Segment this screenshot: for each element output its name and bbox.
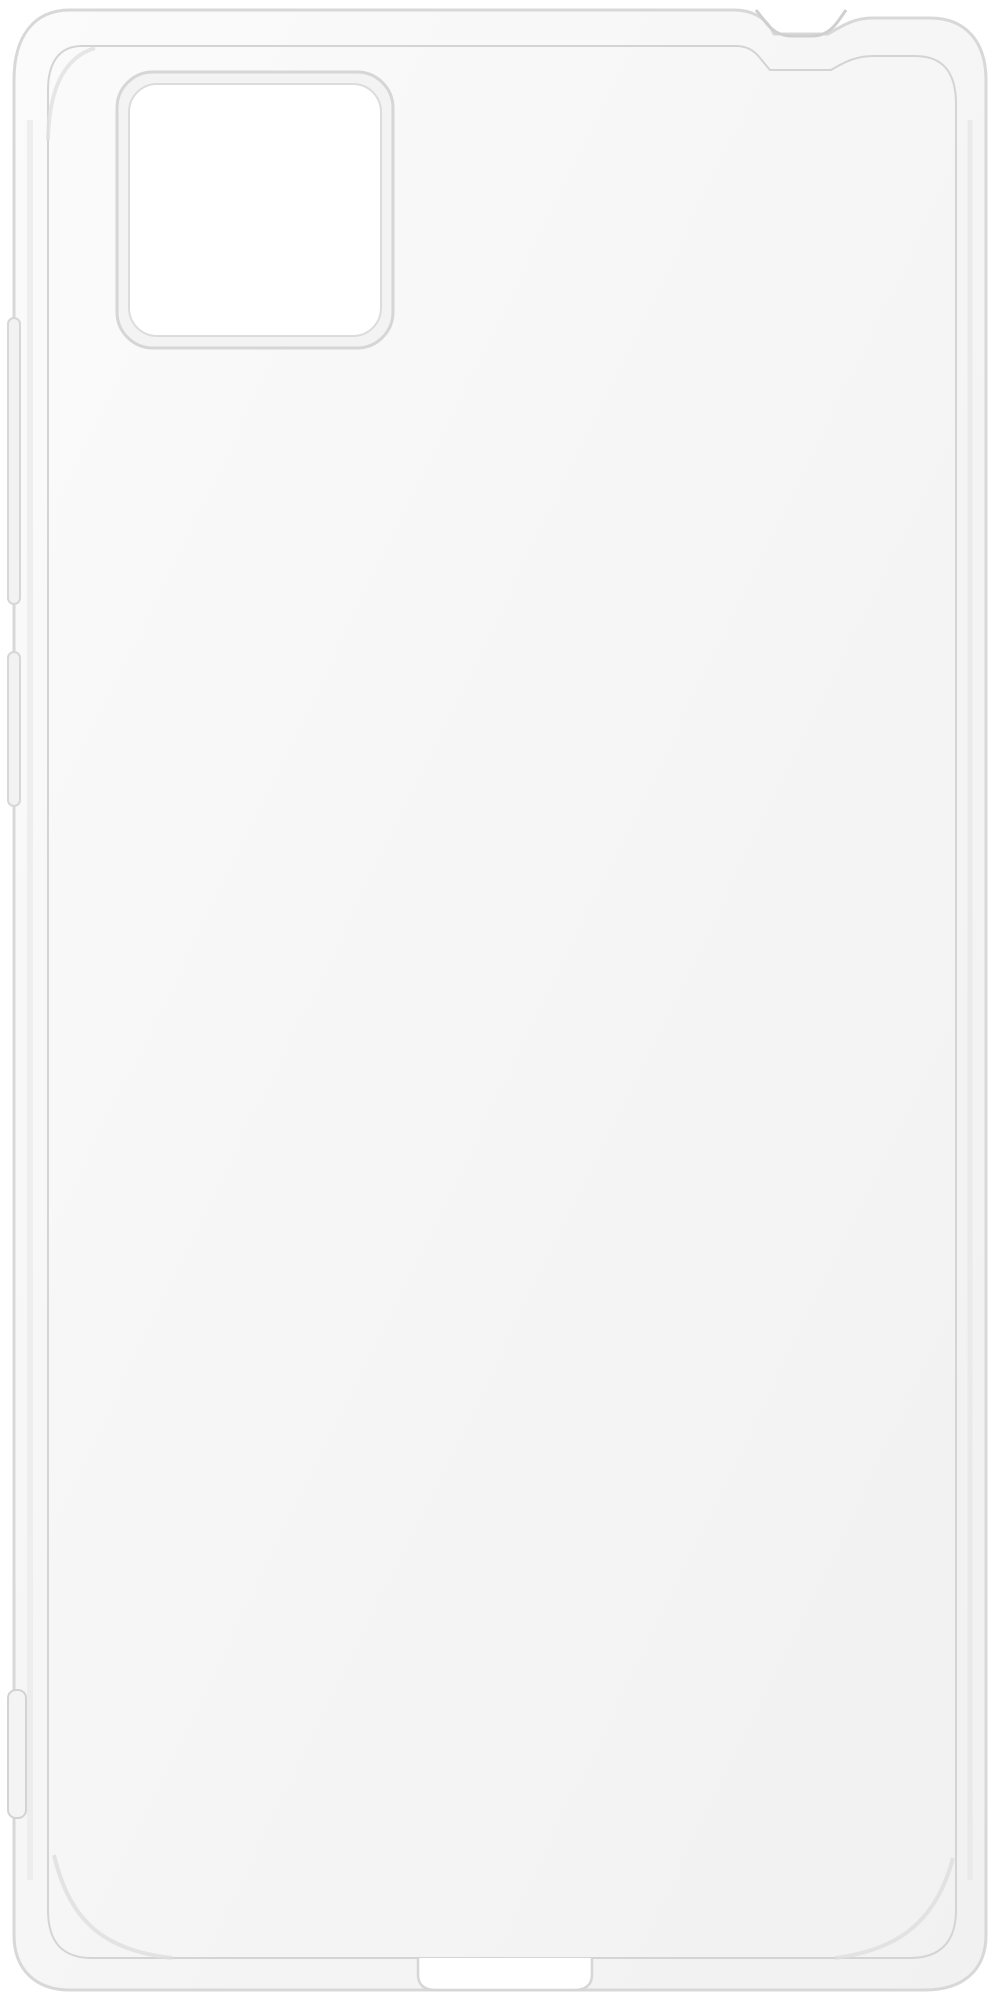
phone-case bbox=[7, 8, 988, 1992]
phone-case-illustration bbox=[0, 0, 999, 2000]
product-photo-scene bbox=[0, 0, 999, 2000]
bottom-port-cutout bbox=[416, 1958, 594, 1992]
camera-cutout bbox=[115, 70, 395, 350]
